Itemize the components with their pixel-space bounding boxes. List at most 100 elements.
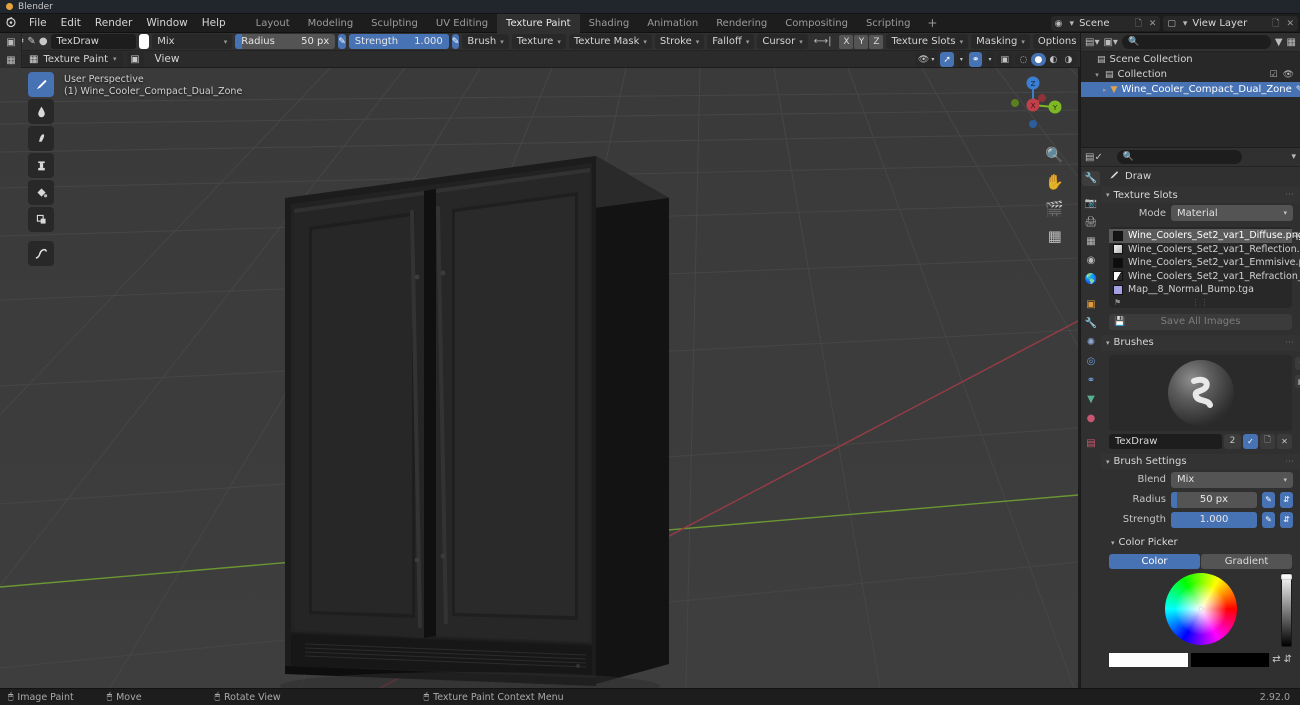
- radius-slider[interactable]: Radius 50 px: [235, 34, 336, 49]
- workspace-tab-uv-editing[interactable]: UV Editing: [427, 14, 497, 33]
- gizmo-toggle[interactable]: ➚: [940, 52, 954, 67]
- value-slider-handle[interactable]: [1281, 573, 1292, 580]
- soften-tool-button[interactable]: [28, 99, 54, 124]
- chevron-down-icon[interactable]: ▾: [1291, 152, 1296, 162]
- properties-tab-constraints[interactable]: ⚭: [1082, 373, 1100, 388]
- workspace-tab-scripting[interactable]: Scripting: [857, 14, 919, 33]
- paint-mask-toggle[interactable]: ▣: [126, 51, 144, 67]
- eye-icon[interactable]: 👁: [1283, 70, 1294, 80]
- texture-slots-menu[interactable]: Texture Slots ▾: [886, 34, 969, 49]
- brush-preview-image-icon[interactable]: ▣: [1295, 374, 1300, 388]
- symmetry-x-button[interactable]: X: [839, 34, 854, 49]
- smear-tool-button[interactable]: [28, 126, 54, 151]
- editor-type-icon[interactable]: ▣: [0, 33, 22, 51]
- visibility-selectability-dropdown[interactable]: 👁 ▾: [914, 52, 938, 67]
- properties-tab-view-layer[interactable]: ▦: [1082, 234, 1100, 249]
- save-all-images-button[interactable]: 💾 Save All Images: [1109, 313, 1292, 330]
- masking-menu[interactable]: Masking ▾: [971, 34, 1030, 49]
- interaction-mode-dropdown[interactable]: ▦ Texture Paint ▾: [23, 51, 123, 67]
- texture-slot-row[interactable]: Wine_Coolers_Set2_var1_Diffuse.png: [1109, 229, 1300, 243]
- menu-render[interactable]: Render: [88, 16, 139, 30]
- properties-tab-scene[interactable]: ◉: [1082, 253, 1100, 268]
- shading-wireframe-button[interactable]: ◌: [1016, 53, 1031, 66]
- workspace-tab-shading[interactable]: Shading: [580, 14, 639, 33]
- outliner-row-wine-cooler[interactable]: ▸ ▼ Wine_Cooler_Compact_Dual_Zone ✎ 👁: [1081, 82, 1300, 97]
- properties-tab-modifiers[interactable]: 🔧: [1082, 316, 1100, 331]
- menu-help[interactable]: Help: [195, 16, 233, 30]
- brush-color-swatch[interactable]: [138, 34, 150, 49]
- add-texture-slot-button[interactable]: +: [1292, 229, 1300, 243]
- properties-tab-particles[interactable]: ✺: [1082, 335, 1100, 350]
- workspace-tab-layout[interactable]: Layout: [247, 14, 299, 33]
- filter-icon[interactable]: ▼: [1275, 37, 1283, 48]
- pan-hand-icon[interactable]: ✋: [1045, 173, 1064, 191]
- view-layer-selector[interactable]: ▢ ▾ View Layer 🗋 ✕: [1163, 16, 1298, 31]
- editor-type-icon[interactable]: ▤✓: [1085, 152, 1103, 163]
- disclosure-triangle-icon[interactable]: ▾: [1093, 71, 1101, 79]
- shading-solid-button[interactable]: ●: [1030, 53, 1046, 66]
- overlays-toggle[interactable]: ⚭: [968, 52, 983, 67]
- texture-menu[interactable]: Texture ▾: [511, 34, 566, 49]
- outliner-row-scene-collection[interactable]: ▤ Scene Collection: [1081, 52, 1300, 67]
- panel-drag-handle[interactable]: ⋯: [1285, 190, 1295, 200]
- swap-colors-icon[interactable]: ⇄: [1272, 654, 1280, 665]
- menu-file[interactable]: File: [22, 16, 54, 30]
- workspace-tab-texture-paint[interactable]: Texture Paint: [497, 13, 580, 33]
- display-mode-icon[interactable]: ▣▾: [1103, 37, 1117, 48]
- camera-icon[interactable]: 🎬: [1045, 200, 1064, 218]
- workspace-tab-modeling[interactable]: Modeling: [299, 14, 363, 33]
- properties-tab-texture[interactable]: ▤: [1082, 436, 1100, 451]
- radius-pressure-toggle[interactable]: ✎: [338, 34, 346, 49]
- primary-color-swatch[interactable]: [1109, 652, 1188, 667]
- duplicate-brush-button[interactable]: 🗋: [1260, 433, 1275, 449]
- blender-logo-icon[interactable]: [0, 16, 22, 31]
- radius-pressure-toggle[interactable]: ✎: [1262, 491, 1275, 508]
- strength-pressure-toggle[interactable]: ✎: [451, 34, 460, 49]
- properties-tab-object[interactable]: ▣: [1082, 297, 1100, 312]
- tab-color[interactable]: Color: [1109, 553, 1200, 569]
- cursor-menu[interactable]: Cursor ▾: [757, 34, 808, 49]
- panel-header-brushes[interactable]: ▾ Brushes ⋯: [1101, 334, 1300, 351]
- texture-paint-mode-icon[interactable]: ▦: [0, 51, 22, 69]
- add-workspace-button[interactable]: +: [919, 16, 945, 30]
- annotate-tool-button[interactable]: [28, 241, 54, 266]
- fake-user-toggle[interactable]: ✓: [1243, 433, 1258, 449]
- overlays-options-dropdown[interactable]: ▾: [985, 52, 995, 67]
- brush-menu[interactable]: Brush ▾: [462, 34, 509, 49]
- texture-slot-row[interactable]: Wine_Coolers_Set2_var1_Reflection.png: [1109, 243, 1300, 257]
- properties-tab-data[interactable]: ▼: [1082, 392, 1100, 407]
- editor-type-icon[interactable]: ▤▾: [1085, 37, 1099, 48]
- new-view-layer-icon[interactable]: 🗋: [1270, 16, 1281, 32]
- workspace-tab-animation[interactable]: Animation: [638, 14, 707, 33]
- texture-slot-row[interactable]: Wine_Coolers_Set2_var1_Refraction_inver.…: [1109, 270, 1300, 284]
- new-collection-icon[interactable]: ▦: [1287, 37, 1296, 48]
- menu-edit[interactable]: Edit: [54, 16, 88, 30]
- outliner-search-input[interactable]: 🔍: [1121, 35, 1271, 49]
- scene-selector[interactable]: ◉ ▾ Scene 🗋 ✕: [1050, 16, 1161, 32]
- strength-slider[interactable]: 1.000: [1171, 511, 1257, 528]
- xray-toggle[interactable]: ▣: [997, 52, 1012, 67]
- brush-name-field[interactable]: TexDraw: [50, 34, 136, 49]
- pin-icon[interactable]: ⚑: [1114, 298, 1122, 307]
- navigation-gizmo[interactable]: Z Y X: [1002, 74, 1064, 136]
- panel-header-texture-slots[interactable]: ▾ Texture Slots ⋯: [1101, 187, 1300, 203]
- menu-window[interactable]: Window: [139, 16, 194, 30]
- symmetry-y-button[interactable]: Y: [854, 34, 869, 49]
- new-scene-icon[interactable]: 🗋: [1133, 16, 1144, 32]
- falloff-menu[interactable]: Falloff ▾: [707, 34, 755, 49]
- outliner-row-collection[interactable]: ▾ ▤ Collection ☑ 👁: [1081, 67, 1300, 82]
- draw-tool-button[interactable]: [28, 72, 54, 97]
- strength-unified-toggle[interactable]: ⇵: [1280, 511, 1293, 528]
- clone-tool-button[interactable]: [28, 153, 54, 178]
- texture-slot-row[interactable]: Wine_Coolers_Set2_var1_Emmisive.png: [1109, 256, 1300, 270]
- radius-unified-toggle[interactable]: ⇵: [1280, 491, 1293, 508]
- properties-tab-world[interactable]: 🌎: [1082, 272, 1100, 287]
- texture-mask-menu[interactable]: Texture Mask ▾: [568, 34, 652, 49]
- chevron-down-icon[interactable]: ▾: [1295, 356, 1300, 370]
- zoom-icon[interactable]: 🔍: [1045, 146, 1064, 164]
- workspace-tab-sculpting[interactable]: Sculpting: [362, 14, 427, 33]
- secondary-color-swatch[interactable]: [1190, 652, 1270, 667]
- brush-user-count[interactable]: 2: [1224, 433, 1241, 449]
- texture-slot-row[interactable]: Map__8_Normal_Bump.tga: [1109, 283, 1292, 297]
- close-icon[interactable]: ✕: [1147, 19, 1159, 29]
